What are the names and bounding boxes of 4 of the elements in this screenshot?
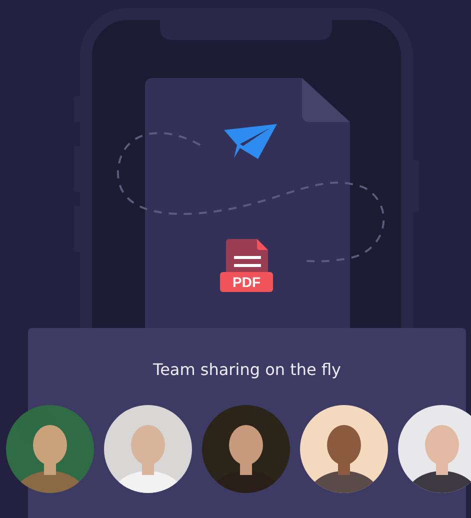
pdf-badge: PDF <box>220 272 273 292</box>
pdf-file-icon <box>226 239 268 272</box>
card-title: Team sharing on the fly <box>152 360 342 379</box>
paper-plane-icon <box>224 124 277 159</box>
